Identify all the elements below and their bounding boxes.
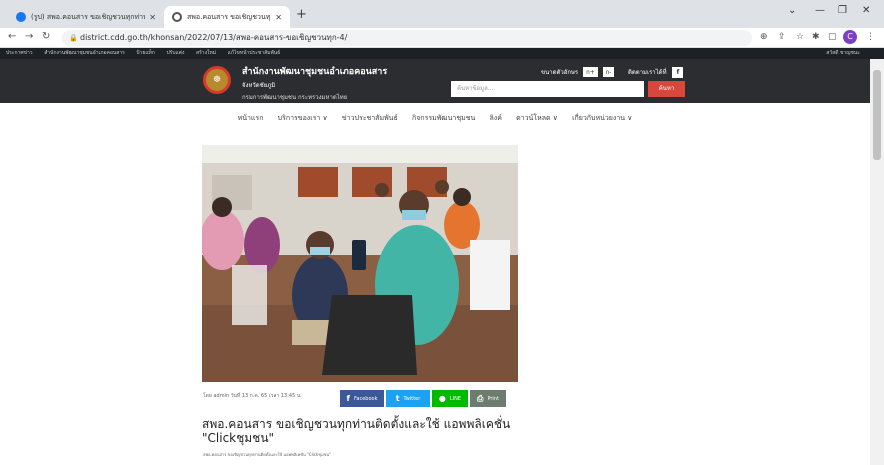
browser-tab-active[interactable]: สพอ.คอนสาร ขอเชิญชวนทุกท่านติดตั้ง ✕ (164, 6, 290, 28)
follow-label: ติดตามเราได้ที่ (628, 69, 667, 76)
nav-item-links[interactable]: ลิงค์ (490, 114, 502, 122)
search-button[interactable]: ค้นหา (648, 81, 685, 97)
zoom-icon[interactable]: ⊕ (760, 32, 768, 42)
facebook-icon[interactable]: f (672, 67, 684, 78)
font-size-control: ขนาดตัวอักษร ก+ ก- (541, 67, 615, 77)
facebook-icon: f (346, 394, 350, 403)
article-excerpt: สพอ.คอนสาร ขอเชิญชวนทุกท่านติดตั้งและใช้… (203, 452, 332, 457)
line-icon: ● (438, 394, 446, 403)
reload-button[interactable]: ↻ (42, 31, 50, 42)
share-label: Facebook (353, 395, 378, 402)
address-bar[interactable]: 🔒 district.cdd.go.th/khonsan/2022/07/13/… (62, 30, 752, 46)
admin-bar-item[interactable]: สร้างใหม่ (196, 50, 216, 56)
tab-strip: (รูป) สพอ.คอนสาร ขอเชิญชวนทุกท่าน ✕ สพอ.… (0, 0, 884, 28)
nav-item-services[interactable]: บริการของเรา ∨ (278, 114, 328, 122)
forward-button[interactable]: → (25, 31, 33, 42)
article-photo (202, 145, 518, 382)
font-size-label: ขนาดตัวอักษร (541, 69, 579, 76)
tab-search-icon[interactable]: ⌄ (788, 5, 796, 16)
close-window-button[interactable]: ✕ (862, 5, 870, 16)
browser-toolbar: ← → ↻ 🔒 district.cdd.go.th/khonsan/2022/… (0, 28, 884, 48)
follow-us: ติดตามเราได้ที่ f (628, 67, 684, 78)
org-title: สำนักงานพัฒนาชุมชนอำเภอคอนสาร จังหวัดชัย… (242, 64, 387, 102)
browser-tab-facebook[interactable]: (รูป) สพอ.คอนสาร ขอเชิญชวนทุกท่าน ✕ (8, 6, 164, 28)
department-name: กรมการพัฒนาชุมชน กระทรวงมหาดไทย (242, 94, 348, 101)
admin-bar-item[interactable]: ปรับแต่ง (166, 50, 184, 56)
print-button[interactable]: ⎙ Print (470, 390, 506, 407)
share-line-button[interactable]: ● LINE (432, 390, 468, 407)
search-input[interactable]: ค้นหาข้อมูล... (451, 81, 644, 97)
scrollbar-thumb[interactable] (873, 70, 881, 160)
menu-icon[interactable]: ⋮ (866, 32, 875, 42)
department-logo[interactable]: ☸ (203, 66, 231, 94)
font-decrease-button[interactable]: ก- (602, 67, 615, 77)
nav-item-news[interactable]: ข่าวประชาสัมพันธ์ (342, 114, 398, 122)
admin-bar-item[interactable]: ประกาศข่าว (6, 50, 33, 56)
org-name: สำนักงานพัฒนาชุมชนอำเภอคอนสาร (242, 67, 388, 77)
new-tab-button[interactable]: + (296, 7, 307, 22)
maximize-button[interactable]: ❐ (838, 5, 847, 16)
close-tab-icon[interactable]: ✕ (275, 13, 282, 22)
profile-avatar[interactable]: C (843, 30, 857, 44)
share-label: LINE (449, 395, 462, 402)
main-navigation: หน้าแรก บริการของเรา ∨ ข่าวประชาสัมพันธ์… (0, 113, 870, 124)
nav-item-downloads[interactable]: ดาวน์โหลด ∨ (516, 114, 558, 122)
share-label: Print (487, 395, 499, 402)
admin-bar-item[interactable]: แก้ไขหน้าประชาสัมพันธ์ (228, 50, 281, 56)
tab-title: สพอ.คอนสาร ขอเชิญชวนทุกท่านติดตั้ง (187, 12, 271, 21)
twitter-icon: t (395, 394, 400, 403)
admin-bar-item[interactable]: ป้ายแท็ก (136, 50, 154, 56)
tab-title: (รูป) สพอ.คอนสาร ขอเชิญชวนทุกท่าน (31, 12, 146, 21)
lock-icon: 🔒 (69, 34, 78, 42)
nav-item-home[interactable]: หน้าแรก (238, 114, 264, 122)
province-name: จังหวัดชัยภูมิ (242, 82, 276, 89)
extensions-icon[interactable]: ✱ (812, 32, 820, 42)
admin-bar: ประกาศข่าว สำนักงานพัฒนาชุมชนอำเภอคอนสาร… (0, 48, 884, 59)
facebook-icon (16, 12, 26, 22)
site-header: ☸ สำนักงานพัฒนาชุมชนอำเภอคอนสาร จังหวัดช… (0, 59, 884, 103)
close-tab-icon[interactable]: ✕ (149, 13, 156, 22)
share-icon[interactable]: ⇪ (778, 32, 786, 42)
article-meta: โดย admin วันที่ 13 ก.ค. 65 เวลา 13:45 น… (203, 393, 302, 399)
article-headline: สพอ.คอนสาร ขอเชิญชวนทุกท่านติดตั้งและใช้… (202, 417, 511, 445)
nav-item-activities[interactable]: กิจกรรมพัฒนาชุมชน (412, 114, 475, 122)
back-button[interactable]: ← (8, 31, 16, 42)
font-increase-button[interactable]: ก+ (583, 67, 598, 77)
bookmark-star-icon[interactable]: ☆ (796, 32, 804, 42)
url-text: district.cdd.go.th/khonsan/2022/07/13/สพ… (80, 33, 348, 42)
minimize-button[interactable]: — (815, 5, 825, 16)
sidepanel-icon[interactable]: ▢ (828, 32, 837, 42)
nav-item-about[interactable]: เกี่ยวกับหน่วยงาน ∨ (572, 114, 632, 122)
admin-greeting[interactable]: สวัสดี ชาญชนะ (826, 48, 860, 59)
share-label: Twitter (403, 395, 421, 402)
admin-bar-item[interactable]: สำนักงานพัฒนาชุมชนอำเภอคอนสาร (44, 50, 125, 56)
share-twitter-button[interactable]: t Twitter (386, 390, 430, 407)
site-icon (172, 12, 182, 22)
print-icon: ⎙ (477, 393, 484, 403)
share-facebook-button[interactable]: f Facebook (340, 390, 384, 407)
